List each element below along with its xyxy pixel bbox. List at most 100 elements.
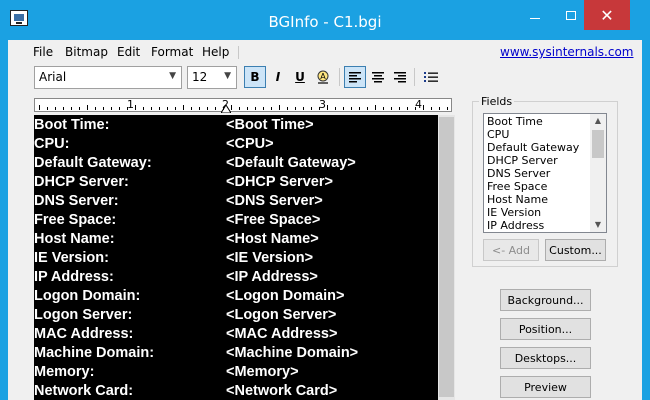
scrollbar-thumb[interactable]	[592, 130, 604, 158]
list-item[interactable]: DNS Server	[487, 167, 550, 180]
menu-format[interactable]: Format	[151, 45, 193, 59]
scrollbar-thumb[interactable]	[439, 117, 454, 397]
menu-help[interactable]: Help	[202, 45, 229, 59]
ruler-tick	[71, 107, 72, 110]
row-value: <DHCP Server>	[226, 174, 333, 190]
ruler-tick	[375, 105, 376, 110]
row-label: IP Address:	[34, 269, 114, 285]
list-item[interactable]: DHCP Server	[487, 154, 558, 167]
ruler-tick	[319, 107, 320, 110]
bold-button[interactable]: B	[244, 66, 266, 88]
ruler-tick	[175, 107, 176, 110]
align-center-icon	[372, 72, 384, 83]
align-center-button[interactable]	[367, 66, 389, 88]
bullet-list-icon	[424, 72, 438, 82]
align-right-button[interactable]	[389, 66, 411, 88]
row-value: <Machine Domain>	[226, 345, 359, 361]
close-button[interactable]: ✕	[584, 0, 630, 30]
ruler-tick	[111, 107, 112, 110]
bullet-list-button[interactable]	[420, 66, 442, 88]
main-window: File Bitmap Edit Format Help www.sysinte…	[8, 40, 642, 400]
list-item[interactable]: CPU	[487, 128, 509, 141]
row-label: Default Gateway:	[34, 155, 152, 171]
row-value: <Default Gateway>	[226, 155, 356, 171]
ruler-tick	[263, 107, 264, 110]
font-combo[interactable]: Arial ▼	[34, 66, 182, 89]
ruler-tick	[287, 107, 288, 110]
ruler-number: 3	[319, 98, 326, 111]
menu-edit[interactable]: Edit	[117, 45, 140, 59]
align-left-button[interactable]	[344, 66, 366, 88]
custom-field-button[interactable]: Custom...	[545, 239, 606, 261]
ruler-tick	[119, 107, 120, 110]
ruler-tick	[255, 107, 256, 110]
ruler: 1 2 3 4	[34, 98, 452, 113]
font-combo-value: Arial	[39, 70, 67, 84]
ruler-tick	[407, 107, 408, 110]
sysinternals-link[interactable]: www.sysinternals.com	[500, 45, 634, 59]
text-editor[interactable]: Boot Time: <Boot Time> CPU: <CPU> Default …	[34, 115, 438, 400]
ruler-tick	[303, 107, 304, 110]
row-value: <Host Name>	[226, 231, 319, 247]
ruler-tick	[95, 107, 96, 110]
ruler-tick	[151, 107, 152, 110]
list-item[interactable]: Default Gateway	[487, 141, 579, 154]
row-label: DNS Server:	[34, 193, 119, 209]
editor-scrollbar[interactable]	[438, 115, 455, 400]
row-value: <MAC Address>	[226, 326, 338, 342]
ruler-tick	[431, 107, 432, 110]
ruler-tick	[247, 107, 248, 110]
chevron-up-icon[interactable]: ▲	[590, 114, 606, 128]
menu-bar: File Bitmap Edit Format Help www.sysinte…	[8, 42, 642, 62]
row-value: <Logon Server>	[226, 307, 337, 323]
fields-listbox[interactable]: Boot Time CPU Default Gateway DHCP Serve…	[483, 113, 607, 233]
maximize-icon	[566, 10, 576, 20]
editor-row: IP Address: <IP Address>	[34, 268, 438, 287]
row-value: <DNS Server>	[226, 193, 323, 209]
ruler-tick	[47, 107, 48, 110]
italic-button[interactable]: I	[267, 66, 289, 88]
list-scrollbar[interactable]: ▲ ▼	[590, 114, 606, 232]
background-button[interactable]: Background...	[500, 289, 591, 311]
editor-row: Free Space: <Free Space>	[34, 211, 438, 230]
row-value: <Memory>	[226, 364, 299, 380]
preview-button[interactable]: Preview	[500, 376, 591, 398]
menu-file[interactable]: File	[33, 45, 53, 59]
row-label: Memory:	[34, 364, 95, 380]
add-field-button[interactable]: <- Add	[483, 239, 539, 261]
align-left-icon	[349, 72, 361, 83]
list-item[interactable]: IP Address	[487, 219, 544, 232]
list-item[interactable]: IE Version	[487, 206, 541, 219]
chevron-down-icon: ▼	[224, 71, 231, 81]
ruler-tick	[335, 107, 336, 110]
ruler-tick	[127, 107, 128, 110]
row-value: <CPU>	[226, 136, 274, 152]
row-value: <Network Card>	[226, 383, 338, 399]
title-bar[interactable]: BGInfo - C1.bgi ✕	[0, 0, 650, 40]
align-right-icon	[394, 72, 406, 83]
desktops-button[interactable]: Desktops...	[500, 347, 591, 369]
list-item[interactable]: Free Space	[487, 180, 547, 193]
ruler-tick	[447, 107, 448, 110]
editor-row: DNS Server: <DNS Server>	[34, 192, 438, 211]
chevron-down-icon: ▼	[169, 71, 176, 81]
underline-button[interactable]: U	[289, 66, 311, 88]
editor-row: Logon Server: <Logon Server>	[34, 306, 438, 325]
ruler-tick	[167, 107, 168, 110]
list-item[interactable]: Boot Time	[487, 115, 543, 128]
list-item[interactable]: Host Name	[487, 193, 548, 206]
font-color-button[interactable]: A	[312, 66, 334, 88]
position-button[interactable]: Position...	[500, 318, 591, 340]
font-size-combo[interactable]: 12 ▼	[187, 66, 237, 89]
ruler-number: 4	[415, 98, 422, 111]
editor-row: MAC Address: <MAC Address>	[34, 325, 438, 344]
ruler-tick	[327, 105, 328, 110]
row-label: Logon Domain:	[34, 288, 141, 304]
chevron-down-icon[interactable]: ▼	[590, 218, 606, 232]
menu-bitmap[interactable]: Bitmap	[65, 45, 108, 59]
ruler-tick	[271, 107, 272, 110]
ruler-tick	[279, 105, 280, 110]
ruler-tick	[103, 107, 104, 110]
editor-row: CPU: <CPU>	[34, 135, 438, 154]
ruler-tick	[135, 105, 136, 110]
